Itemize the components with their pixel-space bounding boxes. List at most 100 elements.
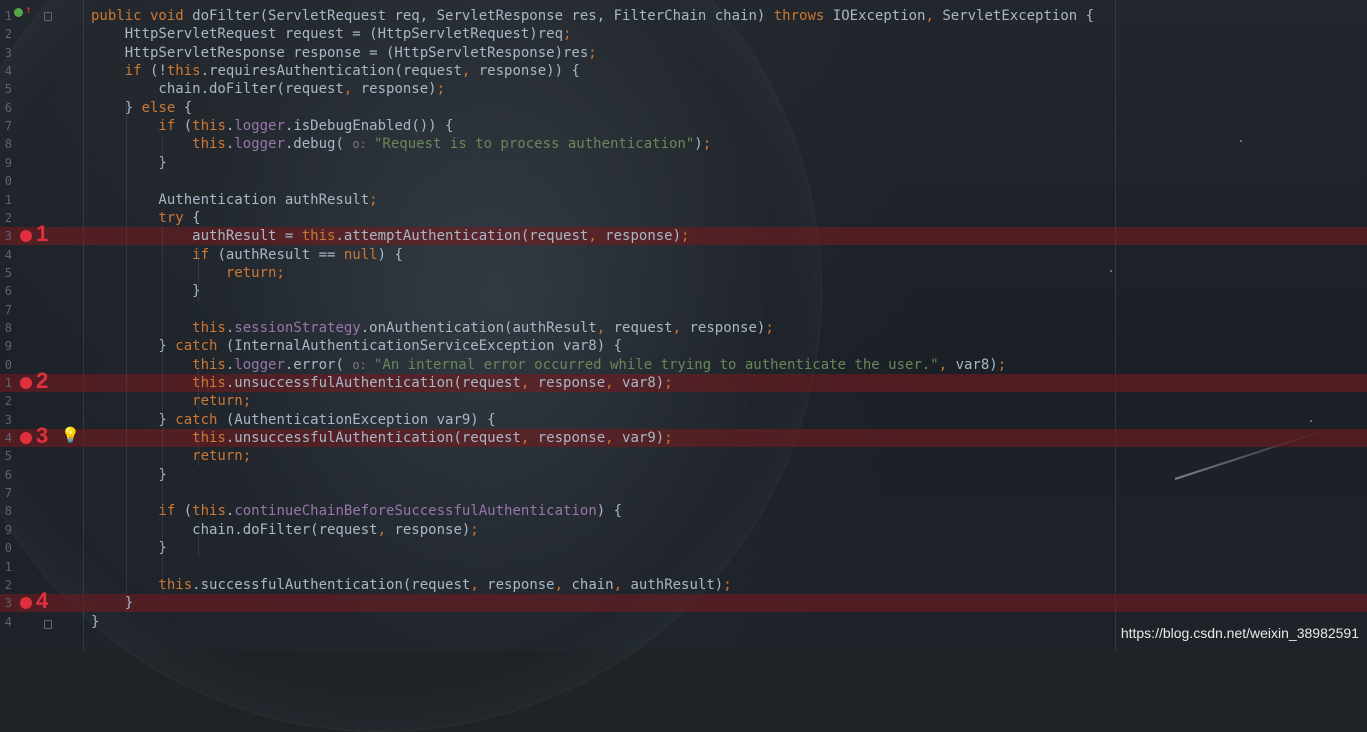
code-text[interactable]: return; xyxy=(91,392,251,410)
intention-bulb-icon[interactable]: 💡 xyxy=(61,428,80,443)
code-text[interactable]: if (!this.requiresAuthentication(request… xyxy=(91,62,580,80)
code-line[interactable]: 2 return; xyxy=(0,392,1367,410)
line-number[interactable]: 8 xyxy=(0,135,12,153)
code-line[interactable]: 7 if (this.logger.isDebugEnabled()) { xyxy=(0,117,1367,135)
line-number[interactable]: 8 xyxy=(0,319,12,337)
line-number[interactable]: 4 xyxy=(0,429,12,447)
code-text[interactable]: chain.doFilter(request, response); xyxy=(91,521,479,539)
breakpoint-icon[interactable] xyxy=(20,377,32,389)
code-line[interactable]: 4 if (authResult == null) { xyxy=(0,246,1367,264)
code-line[interactable]: 2 HttpServletRequest request = (HttpServ… xyxy=(0,25,1367,43)
code-text[interactable]: authResult = this.attemptAuthentication(… xyxy=(91,227,689,245)
code-text[interactable]: HttpServletResponse response = (HttpServ… xyxy=(91,44,597,62)
code-text[interactable]: if (this.logger.isDebugEnabled()) { xyxy=(91,117,453,135)
code-line[interactable]: 7 xyxy=(0,301,1367,319)
code-line[interactable]: 2 try { xyxy=(0,209,1367,227)
code-line[interactable]: 3 } catch (AuthenticationException var9)… xyxy=(0,411,1367,429)
code-text[interactable]: if (authResult == null) { xyxy=(91,246,403,264)
line-number[interactable]: 4 xyxy=(0,613,12,631)
line-number[interactable]: 0 xyxy=(0,172,12,190)
line-number[interactable]: 6 xyxy=(0,466,12,484)
breakpoint-icon[interactable] xyxy=(20,432,32,445)
line-number[interactable]: 0 xyxy=(0,539,12,557)
code-line[interactable]: 3 authResult = this.attemptAuthenticatio… xyxy=(0,227,1367,246)
code-line[interactable]: 6 } xyxy=(0,466,1367,484)
code-text[interactable]: } xyxy=(91,466,166,484)
fold-icon[interactable] xyxy=(44,12,52,21)
code-text[interactable]: } catch (AuthenticationException var9) { xyxy=(91,411,495,429)
code-line[interactable]: 6 } else { xyxy=(0,99,1367,117)
code-text[interactable]: } xyxy=(91,539,166,557)
code-line[interactable]: 1 xyxy=(0,558,1367,576)
line-number[interactable]: 2 xyxy=(0,25,12,43)
code-line[interactable]: 6 } xyxy=(0,282,1367,300)
line-number[interactable]: 3 xyxy=(0,411,12,429)
code-line[interactable]: 5 return; xyxy=(0,264,1367,282)
code-line[interactable]: 0 this.logger.error( o: "An internal err… xyxy=(0,356,1367,374)
code-line[interactable]: 8 if (this.continueChainBeforeSuccessful… xyxy=(0,502,1367,520)
code-line[interactable]: 3 } xyxy=(0,594,1367,613)
code-text[interactable]: } xyxy=(91,154,166,172)
line-number[interactable]: 9 xyxy=(0,154,12,172)
code-line[interactable]: 8 this.sessionStrategy.onAuthentication(… xyxy=(0,319,1367,337)
override-method-icon[interactable] xyxy=(14,8,23,17)
line-number[interactable]: 9 xyxy=(0,337,12,355)
line-number[interactable]: 7 xyxy=(0,117,12,135)
code-line[interactable]: 2 this.successfulAuthentication(request,… xyxy=(0,576,1367,594)
code-text[interactable]: try { xyxy=(91,209,200,227)
line-number[interactable]: 4 xyxy=(0,246,12,264)
code-line[interactable]: 3 HttpServletResponse response = (HttpSe… xyxy=(0,44,1367,62)
line-number[interactable]: 1 xyxy=(0,374,12,392)
code-text[interactable]: HttpServletRequest request = (HttpServle… xyxy=(91,25,572,43)
code-text[interactable]: this.unsuccessfulAuthentication(request,… xyxy=(91,374,672,392)
code-text[interactable]: } else { xyxy=(91,99,192,117)
code-line[interactable]: 9 } xyxy=(0,154,1367,172)
code-line[interactable]: 4 this.unsuccessfulAuthentication(reques… xyxy=(0,429,1367,448)
line-number[interactable]: 1 xyxy=(0,558,12,576)
line-number[interactable]: 6 xyxy=(0,99,12,117)
code-text[interactable]: public void doFilter(ServletRequest req,… xyxy=(91,7,1094,25)
code-text[interactable]: this.logger.debug( o: "Request is to pro… xyxy=(91,135,711,153)
code-line[interactable]: 1 this.unsuccessfulAuthentication(reques… xyxy=(0,374,1367,392)
line-number[interactable]: 6 xyxy=(0,282,12,300)
line-number[interactable]: 7 xyxy=(0,301,12,319)
line-number[interactable]: 9 xyxy=(0,521,12,539)
code-text[interactable]: this.logger.error( o: "An internal error… xyxy=(91,356,1006,374)
line-number[interactable]: 5 xyxy=(0,264,12,282)
line-number[interactable]: 2 xyxy=(0,209,12,227)
line-number[interactable]: 3 xyxy=(0,227,12,245)
line-number[interactable]: 5 xyxy=(0,447,12,465)
line-number[interactable]: 0 xyxy=(0,356,12,374)
code-line[interactable]: 8 this.logger.debug( o: "Request is to p… xyxy=(0,135,1367,153)
code-text[interactable]: this.successfulAuthentication(request, r… xyxy=(91,576,731,594)
code-editor[interactable]: 1 public void doFilter(ServletRequest req… xyxy=(0,0,1367,651)
fold-icon[interactable] xyxy=(44,620,52,629)
code-line[interactable]: 5 return; xyxy=(0,447,1367,465)
code-text[interactable]: return; xyxy=(91,264,285,282)
code-text[interactable]: chain.doFilter(request, response); xyxy=(91,80,445,98)
line-number[interactable]: 8 xyxy=(0,502,12,520)
line-number[interactable]: 4 xyxy=(0,62,12,80)
code-line[interactable]: 0 } xyxy=(0,539,1367,557)
line-number[interactable]: 2 xyxy=(0,392,12,410)
code-text[interactable]: this.unsuccessfulAuthentication(request,… xyxy=(91,429,672,447)
code-text[interactable]: return; xyxy=(91,447,251,465)
line-number[interactable]: 2 xyxy=(0,576,12,594)
code-line[interactable]: 0 xyxy=(0,172,1367,190)
code-text[interactable]: Authentication authResult; xyxy=(91,191,377,209)
line-number[interactable]: 3 xyxy=(0,594,12,612)
code-text[interactable]: } xyxy=(91,282,200,300)
line-number[interactable]: 7 xyxy=(0,484,12,502)
code-line[interactable]: 9 } catch (InternalAuthenticationService… xyxy=(0,337,1367,355)
code-line[interactable]: 5 chain.doFilter(request, response); xyxy=(0,80,1367,98)
code-text[interactable]: this.sessionStrategy.onAuthentication(au… xyxy=(91,319,774,337)
code-text[interactable]: if (this.continueChainBeforeSuccessfulAu… xyxy=(91,502,622,520)
code-line[interactable]: 1 public void doFilter(ServletRequest req… xyxy=(0,7,1367,25)
line-number[interactable]: 1 xyxy=(0,191,12,209)
code-line[interactable]: 4 if (!this.requiresAuthentication(reque… xyxy=(0,62,1367,80)
code-line[interactable]: 1 Authentication authResult; xyxy=(0,191,1367,209)
code-line[interactable]: 7 xyxy=(0,484,1367,502)
line-number[interactable]: 3 xyxy=(0,44,12,62)
code-text[interactable]: } catch (InternalAuthenticationServiceEx… xyxy=(91,337,622,355)
line-number[interactable]: 1 xyxy=(0,7,12,25)
